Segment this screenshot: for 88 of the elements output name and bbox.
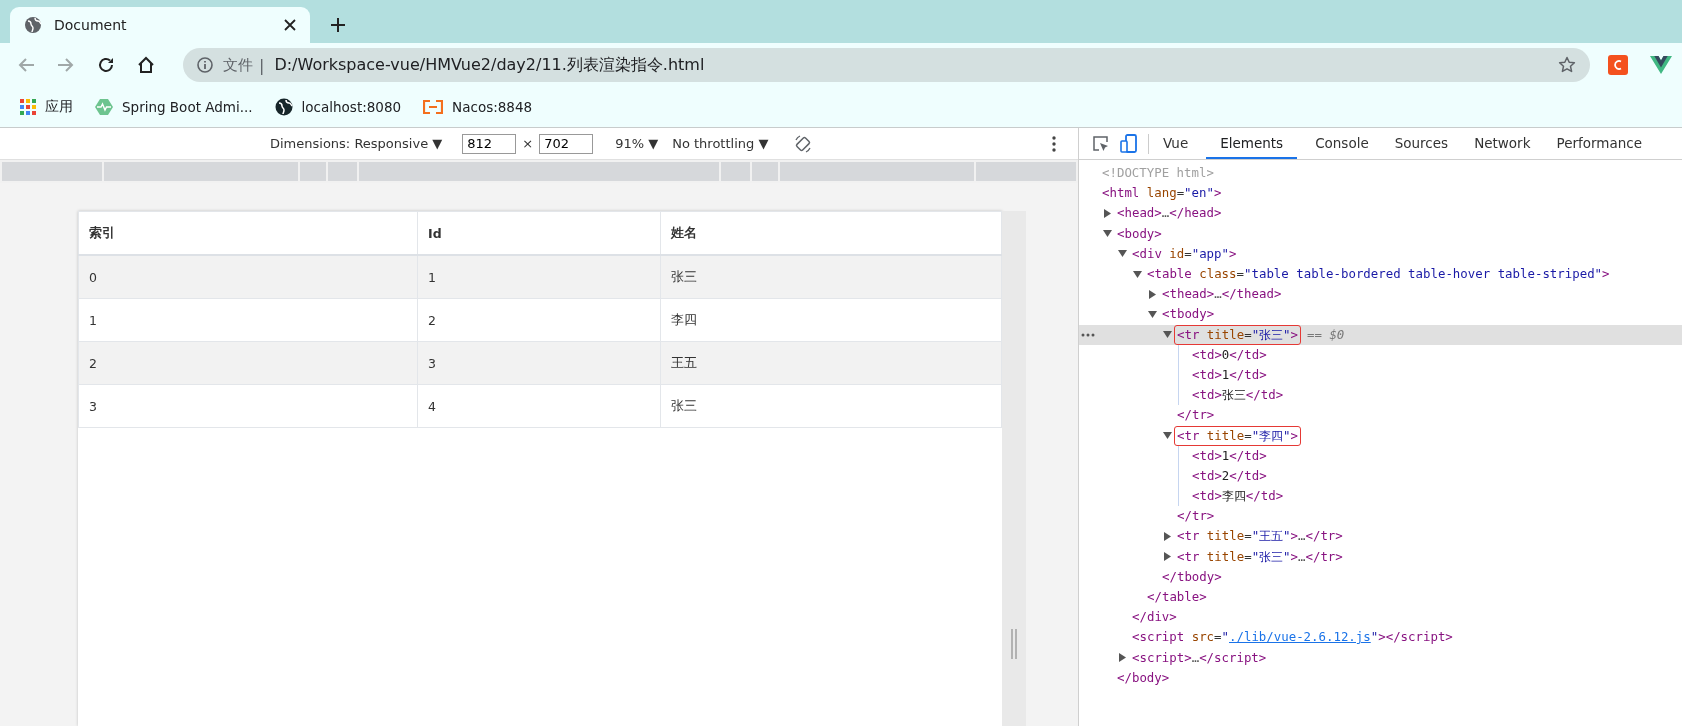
code-line[interactable]: <div id="app"> <box>1129 243 1240 264</box>
expand-toggle-icon[interactable] <box>1103 229 1112 239</box>
expand-toggle-icon[interactable] <box>1163 330 1172 340</box>
bookmark[interactable]: 应用 <box>20 98 73 116</box>
code-line[interactable]: <html lang="en"> <box>1099 183 1225 204</box>
selected-node-ref: == $0 <box>1307 327 1345 343</box>
more-menu-icon[interactable] <box>1052 135 1056 152</box>
expand-toggle-icon[interactable] <box>1118 249 1127 259</box>
times-sign: × <box>522 136 534 151</box>
browser-tab[interactable]: Document <box>10 7 310 43</box>
more-icon[interactable] <box>1081 332 1095 337</box>
device-toggle-icon[interactable] <box>1120 133 1138 154</box>
extension-icon[interactable] <box>1608 55 1628 75</box>
table-cell: 1 <box>78 298 418 342</box>
table-cell: 2 <box>417 298 661 342</box>
code-line[interactable]: <td>李四</td> <box>1189 486 1287 507</box>
devtools-tab[interactable]: Network <box>1466 128 1539 159</box>
code-line[interactable]: <td>1</td> <box>1189 364 1270 385</box>
code-line[interactable]: </table> <box>1144 587 1210 608</box>
throttling-dropdown[interactable]: No throttling ▼ <box>672 136 769 151</box>
expand-toggle-icon[interactable] <box>1133 269 1142 279</box>
expand-toggle-icon[interactable] <box>1118 653 1127 663</box>
height-field[interactable]: 702 <box>539 133 594 154</box>
table-cell: 张三 <box>660 384 1002 428</box>
code-line[interactable]: </tr> <box>1174 405 1218 426</box>
address-bar[interactable]: 文件 | D:/Workspace-vue/HMVue2/day2/11.列表渲染指令.html <box>183 48 1590 82</box>
globe-icon <box>274 98 293 116</box>
code-line[interactable]: <td>0</td> <box>1189 344 1270 365</box>
dimensions-dropdown[interactable]: Dimensions: Responsive ▼ <box>270 136 443 151</box>
resize-handle-icon[interactable] <box>1010 628 1018 659</box>
vue-logo-icon[interactable] <box>1650 55 1672 75</box>
code-line[interactable]: </div> <box>1129 607 1180 628</box>
star-icon[interactable] <box>1558 56 1576 74</box>
code-line[interactable]: <tr title="张三">…</tr> <box>1174 546 1346 567</box>
code-line[interactable]: <td>2</td> <box>1189 465 1270 486</box>
table-cell: 2 <box>78 341 418 385</box>
url-text: D:/Workspace-vue/HMVue2/day2/11.列表渲染指令.html <box>274 54 706 76</box>
code-line[interactable]: </tr> <box>1174 506 1218 527</box>
bookmark[interactable]: Nacos:8848 <box>423 99 533 115</box>
table-cell: 3 <box>78 384 418 428</box>
table-cell: 3 <box>417 341 661 385</box>
width-field[interactable]: 812 <box>462 133 517 154</box>
table-cell: 张三 <box>660 255 1002 299</box>
code-line[interactable]: <thead>…</thead> <box>1159 284 1285 305</box>
bookmark[interactable]: localhost:8080 <box>274 98 402 116</box>
code-line[interactable]: </tbody> <box>1159 566 1225 587</box>
expand-toggle-icon[interactable] <box>1163 431 1172 441</box>
code-line[interactable]: <body> <box>1114 223 1165 244</box>
new-tab-icon[interactable] <box>330 17 346 33</box>
bookmark[interactable]: Spring Boot Admi... <box>95 99 253 115</box>
inspect-icon[interactable] <box>1092 134 1110 153</box>
code-line[interactable]: <script>…</script> <box>1129 647 1270 668</box>
expand-toggle-icon[interactable] <box>1148 289 1157 299</box>
code-line[interactable]: <table class="table table-bordered table-hover table-striped"> <box>1144 264 1613 285</box>
home-icon[interactable] <box>137 56 155 74</box>
devtools-tab[interactable]: Console <box>1307 128 1377 159</box>
code-line[interactable]: <head>…</head> <box>1114 203 1225 224</box>
code-line[interactable]: <tbody> <box>1159 304 1218 325</box>
expand-toggle-icon[interactable] <box>1103 208 1112 218</box>
rotate-icon[interactable] <box>794 134 813 153</box>
devtools-tab[interactable]: Performance <box>1548 128 1651 159</box>
bracket-icon <box>423 100 444 114</box>
devtools-tab[interactable]: Elements <box>1206 128 1298 159</box>
expand-toggle-icon[interactable] <box>1148 309 1157 319</box>
code-line[interactable]: <td>张三</td> <box>1189 385 1287 406</box>
table-cell: 0 <box>78 255 418 299</box>
zoom-dropdown[interactable]: 91% ▼ <box>615 136 659 151</box>
code-line[interactable]: </body> <box>1114 667 1173 688</box>
apps-grid-icon <box>20 99 36 115</box>
file-link[interactable]: ./lib/vue-2.6.12.js <box>1229 629 1371 645</box>
info-icon[interactable] <box>197 57 213 73</box>
code-line[interactable]: <td>1</td> <box>1189 445 1270 466</box>
close-icon[interactable] <box>284 19 296 31</box>
table-cell: 1 <box>417 255 661 299</box>
pulse-icon <box>95 99 113 115</box>
separator: | <box>259 55 265 75</box>
code-line[interactable]: <script src="./lib/vue-2.6.12.js"></script> <box>1129 627 1456 648</box>
table-cell: 王五 <box>660 341 1002 385</box>
scheme-label: 文件 <box>223 55 253 75</box>
table-cell: 李四 <box>660 298 1002 342</box>
table-cell: 4 <box>417 384 661 428</box>
expand-toggle-icon[interactable] <box>1163 552 1172 562</box>
devtools-tab[interactable]: Vue <box>1155 128 1197 159</box>
code-line[interactable]: <tr title="王五">…</tr> <box>1174 526 1346 547</box>
globe-icon <box>24 16 42 34</box>
devtools-tab[interactable]: Sources <box>1386 128 1457 159</box>
reload-icon[interactable] <box>97 56 115 74</box>
expand-toggle-icon[interactable] <box>1163 531 1172 541</box>
